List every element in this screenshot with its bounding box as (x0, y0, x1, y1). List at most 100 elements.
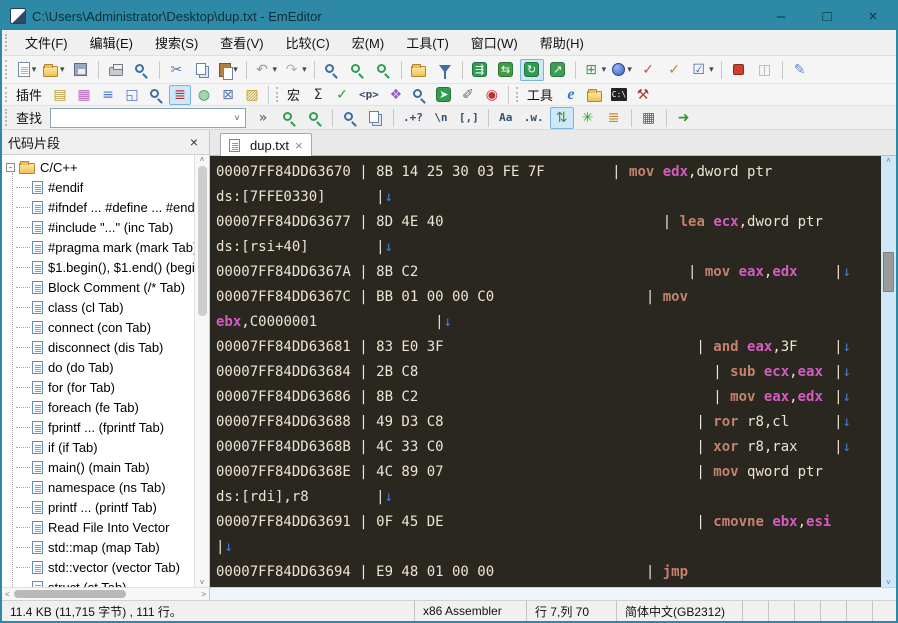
html-bar-plugin-button[interactable]: ▦ (73, 85, 95, 105)
next-occurrence-button[interactable]: ➜ (672, 107, 696, 129)
status-empty-cell[interactable] (794, 601, 820, 621)
match-case-button[interactable]: Aa (494, 107, 518, 129)
zoom-button[interactable] (320, 59, 344, 81)
status-empty-cell[interactable] (846, 601, 872, 621)
snippet-item[interactable]: Block Comment (/* Tab) (6, 277, 194, 297)
word-count-plugin-button[interactable]: ▨ (241, 85, 263, 105)
snippets-macro-button[interactable]: ❖ (385, 85, 407, 105)
menu-item-tools[interactable]: 工具(T) (395, 30, 460, 55)
tab-close-icon[interactable]: × (295, 138, 303, 153)
sidebar-hscroll-thumb[interactable] (14, 590, 126, 598)
snippet-item[interactable]: #ifndef ... #define ... #endif (6, 197, 194, 217)
compare-documents-button[interactable]: ▾ (610, 59, 634, 81)
print-preview-button[interactable] (130, 59, 154, 81)
snippet-item[interactable]: if (if Tab) (6, 437, 194, 457)
tab-dup-txt[interactable]: dup.txt × (220, 133, 312, 156)
sidebar-close-button[interactable]: × (185, 134, 203, 150)
search-direction-button[interactable]: ⇅ (550, 107, 574, 129)
redo-button[interactable]: ↷▾ (281, 59, 309, 81)
whole-word-button[interactable]: .w. (520, 107, 548, 129)
checkbox-button[interactable]: ☑▾ (688, 59, 716, 81)
menu-item-help[interactable]: 帮助(H) (529, 30, 595, 55)
run-macro-button[interactable]: ➤ (433, 85, 455, 105)
menu-item-search[interactable]: 搜索(S) (144, 30, 209, 55)
combo-dropdown-icon[interactable]: ˅ (229, 113, 245, 123)
jump-out-button[interactable]: ↗ (546, 59, 570, 81)
cursor-position-cell[interactable]: 行 7,列 70 (526, 601, 616, 621)
scroll-down-icon[interactable]: ˅ (886, 578, 891, 587)
snippet-item[interactable]: foreach (fe Tab) (6, 397, 194, 417)
display-mode-button[interactable]: ▦ (637, 107, 661, 129)
snippet-item[interactable]: $1.begin(), $1.end() (begin Tab) (6, 257, 194, 277)
escape-button[interactable]: \n (429, 107, 453, 129)
pointer-macro-button[interactable]: ✐ (457, 85, 479, 105)
copy-matches-button[interactable] (364, 107, 388, 129)
menu-item-view[interactable]: 查看(V) (209, 30, 274, 55)
pin-button[interactable]: ✎ (788, 59, 812, 81)
snippet-item[interactable]: std::map (map Tab) (6, 537, 194, 557)
number-search-button[interactable]: ✳ (576, 107, 600, 129)
status-empty-cell[interactable] (872, 601, 896, 621)
scroll-right-icon[interactable]: > (201, 590, 206, 599)
snippet-item[interactable]: struct (st Tab) (6, 577, 194, 587)
find-macro-button[interactable] (409, 85, 431, 105)
menu-item-window[interactable]: 窗口(W) (460, 30, 529, 55)
sidebar-vertical-scrollbar[interactable]: ˄ ˅ (194, 155, 209, 587)
wrap-by-window-button[interactable]: ↻ (520, 59, 544, 81)
find-input[interactable] (51, 110, 229, 126)
maximize-button[interactable]: □ (804, 2, 850, 30)
encoding-cell[interactable]: 简体中文(GB2312) (616, 601, 742, 621)
expand-chevron-button[interactable]: » (251, 107, 275, 129)
outline-tree-button[interactable]: ⊞▾ (581, 59, 609, 81)
snippet-item[interactable]: class (cl Tab) (6, 297, 194, 317)
zoom-out-button[interactable] (372, 59, 396, 81)
undo-button[interactable]: ↶▾ (252, 59, 280, 81)
snippet-item[interactable]: #include "..." (inc Tab) (6, 217, 194, 237)
check-syntax-macro-button[interactable]: ✓ (331, 85, 353, 105)
zoom-in-button[interactable] (346, 59, 370, 81)
status-empty-cell[interactable] (820, 601, 846, 621)
open-file-button[interactable]: ▾ (41, 59, 67, 81)
export-tool-button[interactable] (584, 85, 606, 105)
new-file-button[interactable]: ▾ (15, 59, 39, 81)
snippet-item[interactable]: std::vector (vector Tab) (6, 557, 194, 577)
find-previous-button[interactable] (277, 107, 301, 129)
copy-button[interactable] (191, 59, 215, 81)
syntax-mode-cell[interactable]: x86 Assembler (414, 601, 526, 621)
sync-scroll-button[interactable]: ⇆ (494, 59, 518, 81)
spell-options-button[interactable]: ✓ (662, 59, 686, 81)
spell-check-button[interactable]: ✓ (636, 59, 660, 81)
menu-item-macros[interactable]: 宏(M) (341, 30, 396, 55)
editor-vertical-scrollbar[interactable]: ˄ ˅ (881, 156, 896, 587)
open-documents-plugin-button[interactable]: ◱ (121, 85, 143, 105)
sidebar-scroll-thumb[interactable] (198, 166, 207, 316)
snippet-item[interactable]: disconnect (dis Tab) (6, 337, 194, 357)
customize-tool-button[interactable]: ⚒ (632, 85, 654, 105)
find-dialog-button[interactable] (338, 107, 362, 129)
command-prompt-tool-button[interactable]: C:\ (608, 85, 630, 105)
menu-item-edit[interactable]: 编辑(E) (79, 30, 144, 55)
collapse-icon[interactable]: - (6, 163, 15, 172)
snippet-item[interactable]: #pragma mark (mark Tab) (6, 237, 194, 257)
scroll-up-icon[interactable]: ˄ (886, 156, 891, 165)
snippet-item[interactable]: #endif (6, 177, 194, 197)
cut-button[interactable]: ✂ (165, 59, 189, 81)
scroll-lines-button[interactable]: ⇶ (468, 59, 492, 81)
char-range-button[interactable]: [,] (455, 107, 483, 129)
find-next-button[interactable] (303, 107, 327, 129)
snippets-plugin-button[interactable]: ≣ (169, 85, 191, 105)
play-macro-button[interactable]: ◫ (753, 59, 777, 81)
filter-button[interactable] (433, 59, 457, 81)
scroll-left-icon[interactable]: < (5, 590, 10, 599)
explorer-plugin-button[interactable]: ◍ (193, 85, 215, 105)
close-button[interactable]: × (850, 2, 896, 30)
search-plugin-button[interactable] (145, 85, 167, 105)
sum-macro-button[interactable]: Σ (307, 85, 329, 105)
tree-root-row[interactable]: - C/C++ (6, 157, 194, 177)
save-button[interactable] (69, 59, 93, 81)
filter-lines-button[interactable]: ≣ (602, 107, 626, 129)
status-empty-cell[interactable] (742, 601, 768, 621)
snippet-item[interactable]: Read File Into Vector (6, 517, 194, 537)
open-file-list-plugin-button[interactable]: ⊠ (217, 85, 239, 105)
snippet-item[interactable]: namespace (ns Tab) (6, 477, 194, 497)
